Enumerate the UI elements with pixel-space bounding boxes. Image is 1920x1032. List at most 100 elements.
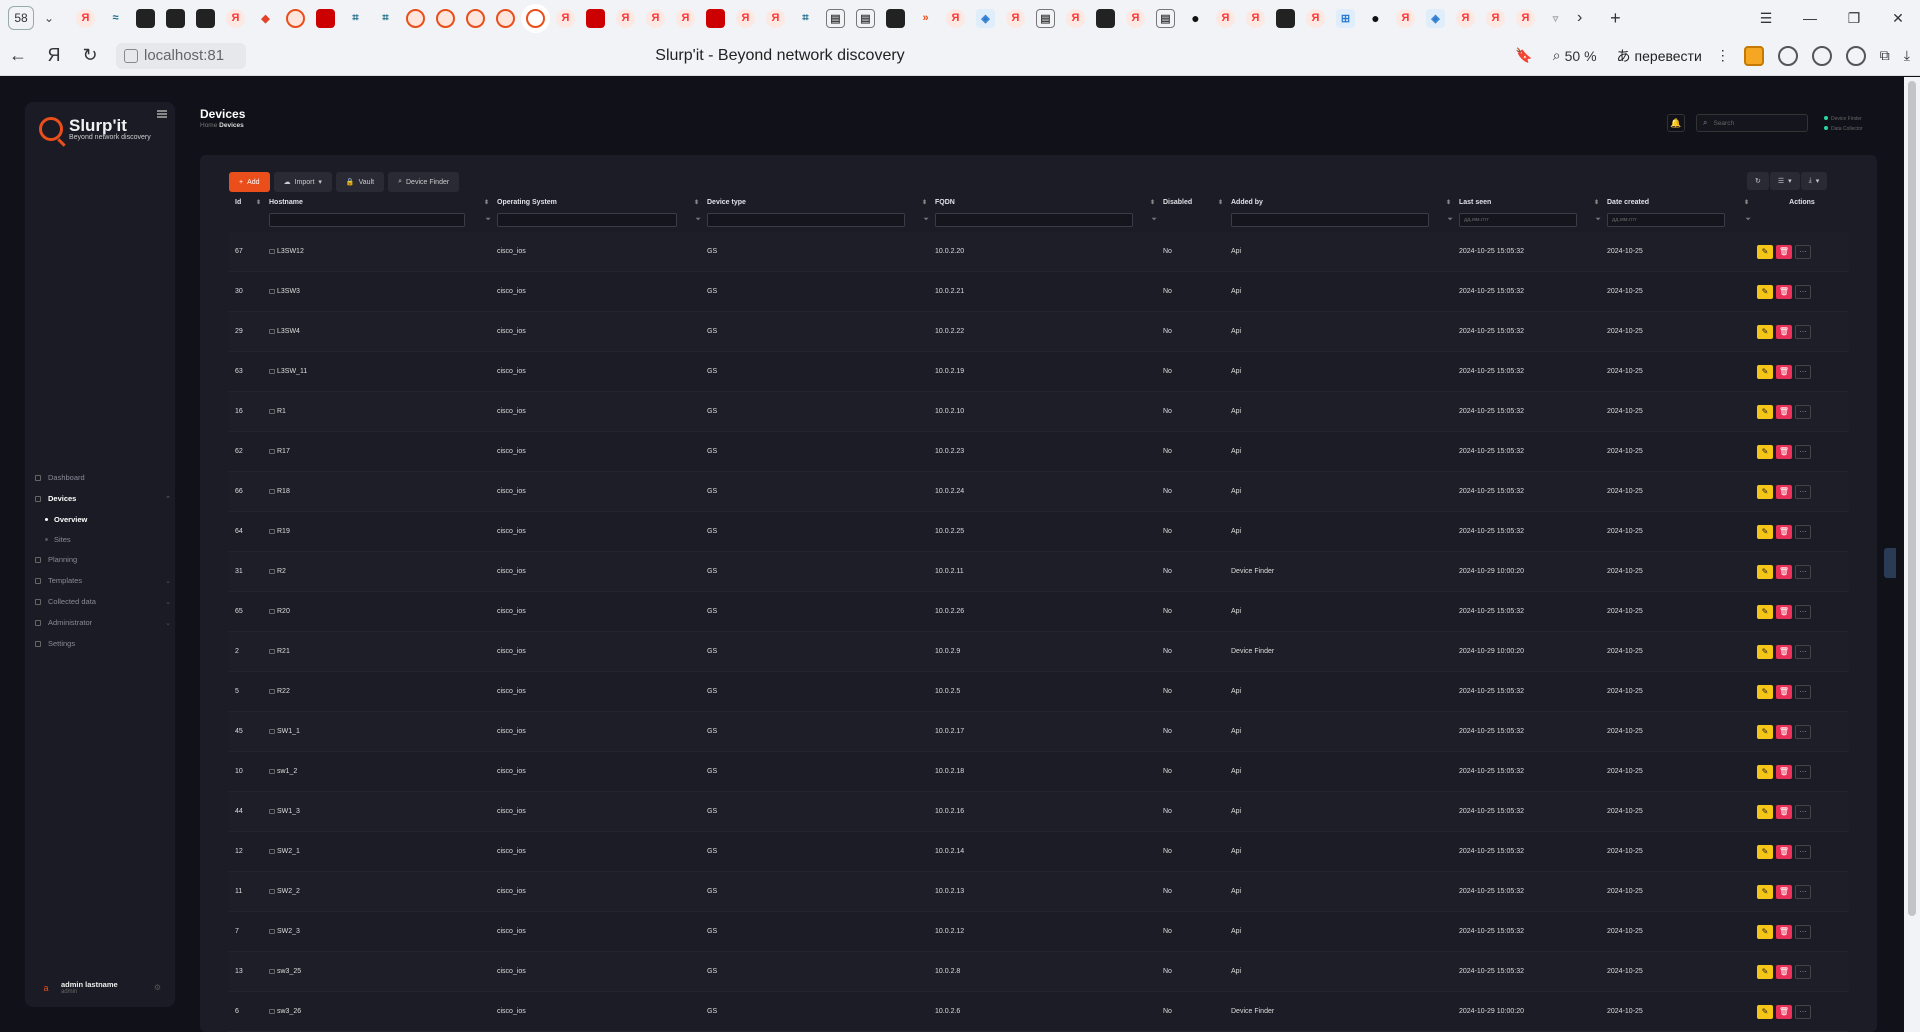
yandex-tab-icon[interactable]: Я: [1006, 8, 1025, 28]
yandex-tab-icon[interactable]: Я: [1486, 8, 1505, 28]
edit-button[interactable]: ✎: [1757, 564, 1773, 579]
logo[interactable]: Slurp'it Beyond network discovery: [39, 116, 151, 141]
delete-button[interactable]: 🗑: [1776, 364, 1792, 379]
youtube-tab-icon[interactable]: [316, 8, 335, 28]
slurpit-tab-icon[interactable]: [286, 8, 305, 28]
vault-button[interactable]: 🔒 Vault: [335, 172, 385, 192]
edit-button[interactable]: ✎: [1757, 724, 1773, 739]
delete-button[interactable]: 🗑: [1776, 884, 1792, 899]
more-button[interactable]: ⋯: [1795, 644, 1811, 659]
yandex-tab-icon[interactable]: Я: [646, 8, 665, 28]
tab-menu-icon[interactable]: ☰: [1744, 10, 1788, 27]
edit-button[interactable]: ✎: [1757, 644, 1773, 659]
column-header-id[interactable]: Id ⬍: [229, 197, 269, 208]
hostname-link[interactable]: R1: [277, 408, 286, 415]
network-tab-icon[interactable]: ⌗: [796, 9, 815, 28]
sidebar-item-sites[interactable]: Sites: [35, 529, 171, 549]
app-tab-icon[interactable]: ◈: [1426, 8, 1445, 28]
delete-button[interactable]: 🗑: [1776, 404, 1792, 419]
more-button[interactable]: ⋯: [1795, 324, 1811, 339]
breadcrumb-home[interactable]: Home: [200, 122, 217, 129]
tab-list-chevron-icon[interactable]: ⌄: [44, 11, 64, 25]
column-header-fqdn[interactable]: FQDN ⬍: [935, 197, 1163, 208]
more-menu-icon[interactable]: ⋮: [1716, 47, 1730, 64]
column-header-date-created[interactable]: Date created ⬍: [1607, 197, 1757, 208]
more-button[interactable]: ⋯: [1795, 764, 1811, 779]
table-row[interactable]: 10 sw1_2 cisco_ios GS 10.0.2.18 No Api 2024-10-…: [229, 752, 1849, 792]
delete-button[interactable]: 🗑: [1776, 524, 1792, 539]
import-button[interactable]: ☁ Import ▾: [273, 172, 332, 192]
delete-button[interactable]: 🗑: [1776, 964, 1792, 979]
ps-tab-icon[interactable]: [1276, 8, 1295, 28]
table-row[interactable]: 2 R21 cisco_ios GS 10.0.2.9 No Device Finder 20…: [229, 632, 1849, 672]
delete-button[interactable]: 🗑: [1776, 564, 1792, 579]
add-button[interactable]: + Add: [229, 172, 270, 192]
delete-button[interactable]: 🗑: [1776, 724, 1792, 739]
sort-icon[interactable]: ⬍: [1218, 199, 1223, 206]
hostname-link[interactable]: R2: [277, 568, 286, 575]
table-row[interactable]: 31 R2 cisco_ios GS 10.0.2.11 No Device Finder 2…: [229, 552, 1849, 592]
tab-count-button[interactable]: 58: [8, 6, 34, 30]
hostname-link[interactable]: R21: [277, 648, 290, 655]
extension-icon[interactable]: [1777, 45, 1798, 66]
hostname-link[interactable]: SW2_3: [277, 928, 300, 935]
filter-icon[interactable]: ⏷: [695, 216, 701, 224]
yandex-tab-icon[interactable]: Я: [226, 8, 245, 28]
sidebar-item-overview[interactable]: Overview: [35, 509, 171, 529]
delete-button[interactable]: 🗑: [1776, 644, 1792, 659]
network-tab-icon[interactable]: ⌗: [346, 9, 365, 28]
column-header-os[interactable]: Operating System ⬍: [497, 197, 707, 208]
yandex-tab-icon[interactable]: Я: [556, 8, 575, 28]
document-tab-icon[interactable]: ▤: [856, 8, 875, 28]
column-header-added-by[interactable]: Added by ⬍: [1231, 197, 1459, 208]
more-button[interactable]: ⋯: [1795, 244, 1811, 259]
dark-tab-icon[interactable]: [886, 8, 905, 28]
edit-button[interactable]: ✎: [1757, 804, 1773, 819]
red-tab-icon[interactable]: [586, 8, 605, 28]
more-button[interactable]: ⋯: [1795, 604, 1811, 619]
table-row[interactable]: 64 R19 cisco_ios GS 10.0.2.25 No Api 2024-10-25…: [229, 512, 1849, 552]
yandex-tab-icon[interactable]: Я: [1516, 8, 1535, 28]
table-row[interactable]: 13 sw3_25 cisco_ios GS 10.0.2.8 No Api 2024-10-…: [229, 952, 1849, 992]
delete-button[interactable]: 🗑: [1776, 244, 1792, 259]
document-tab-icon[interactable]: ▤: [1036, 8, 1055, 28]
sidebar-item-dashboard[interactable]: Dashboard: [35, 467, 171, 488]
dark-tab-icon[interactable]: [196, 8, 215, 28]
sidebar-toggle-icon[interactable]: [157, 110, 167, 118]
hostname-link[interactable]: sw1_2: [277, 768, 297, 775]
refresh-button[interactable]: ↻: [1747, 172, 1769, 190]
filter-icon[interactable]: ⏷: [1595, 216, 1601, 224]
windows-tab-icon[interactable]: ⊞: [1336, 8, 1355, 28]
sidebar-item-collected-data[interactable]: Collected data ⌄: [35, 591, 171, 612]
more-button[interactable]: ⋯: [1795, 564, 1811, 579]
edit-button[interactable]: ✎: [1757, 364, 1773, 379]
extension-shield-icon[interactable]: [1743, 45, 1764, 66]
edit-button[interactable]: ✎: [1757, 884, 1773, 899]
column-header-disabled[interactable]: Disabled ⬍: [1163, 197, 1231, 208]
table-row[interactable]: 67 L3SW12 cisco_ios GS 10.0.2.20 No Api 2024-10…: [229, 232, 1849, 272]
yandex-tab-icon[interactable]: Я: [1396, 8, 1415, 28]
added-by-filter-input[interactable]: [1231, 213, 1429, 227]
table-row[interactable]: 5 R22 cisco_ios GS 10.0.2.5 No Api 2024-10-25 1…: [229, 672, 1849, 712]
yandex-tab-icon[interactable]: Я: [1066, 8, 1085, 28]
delete-button[interactable]: 🗑: [1776, 924, 1792, 939]
tab-scroll-chevron-icon[interactable]: ›: [1577, 9, 1582, 27]
sort-icon[interactable]: ⬍: [1150, 199, 1155, 206]
new-tab-button[interactable]: +: [1604, 7, 1626, 29]
slurpit-active-tab-icon[interactable]: [526, 8, 545, 28]
shield-tab-icon[interactable]: ▿: [1546, 9, 1565, 28]
edit-button[interactable]: ✎: [1757, 844, 1773, 859]
sort-icon[interactable]: ⬍: [1446, 199, 1451, 206]
filter-icon[interactable]: ⏷: [1447, 216, 1453, 224]
hostname-link[interactable]: SW2_2: [277, 888, 300, 895]
more-button[interactable]: ⋯: [1795, 884, 1811, 899]
search-input[interactable]: ⌕ Search: [1696, 114, 1808, 132]
yandex-tab-icon[interactable]: Я: [1246, 8, 1265, 28]
yandex-tab-icon[interactable]: Я: [946, 8, 965, 28]
table-row[interactable]: 12 SW2_1 cisco_ios GS 10.0.2.14 No Api 2024-10-…: [229, 832, 1849, 872]
delete-button[interactable]: 🗑: [1776, 1004, 1792, 1019]
sort-icon[interactable]: ⬍: [256, 199, 261, 206]
more-button[interactable]: ⋯: [1795, 404, 1811, 419]
hostname-link[interactable]: SW1_3: [277, 808, 300, 815]
slurpit-tab-icon[interactable]: [406, 8, 425, 28]
